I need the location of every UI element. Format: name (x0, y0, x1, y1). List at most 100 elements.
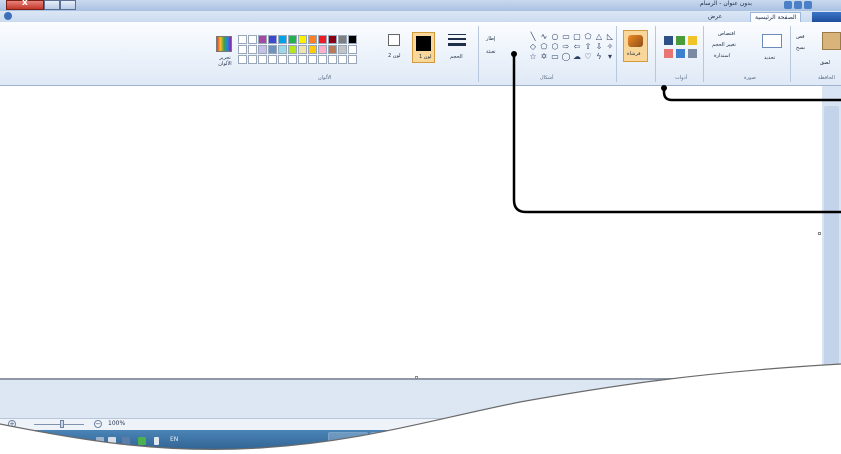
arrow-left-shape-icon[interactable]: ⇦ (572, 42, 582, 51)
polygon-shape-icon[interactable]: ⬠ (583, 32, 593, 41)
paint-menu-button[interactable] (812, 12, 841, 22)
color-swatch[interactable] (258, 45, 267, 54)
color-swatch[interactable] (338, 35, 347, 44)
edit-colors-icon[interactable] (216, 36, 232, 52)
redo-icon[interactable] (794, 1, 802, 9)
copy-button[interactable]: نسخ (796, 45, 805, 51)
more-shapes-icon[interactable]: ▾ (605, 52, 615, 61)
color-swatch[interactable] (288, 45, 297, 54)
right-triangle-shape-icon[interactable]: ◺ (605, 32, 615, 41)
diamond-shape-icon[interactable]: ◇ (528, 42, 538, 51)
select-button-label[interactable]: تحديد (764, 55, 775, 61)
fill-icon[interactable] (676, 36, 685, 45)
paste-icon[interactable] (822, 32, 841, 50)
language-indicator[interactable]: EN (170, 436, 178, 443)
star-six-shape-icon[interactable]: ✡ (539, 52, 549, 61)
triangle-shape-icon[interactable]: △ (594, 32, 604, 41)
outline-button[interactable]: إطار (486, 36, 495, 42)
zoom-in-icon[interactable]: + (8, 420, 16, 428)
color-swatch[interactable] (328, 35, 337, 44)
color-swatch[interactable] (248, 35, 257, 44)
close-button[interactable] (6, 0, 44, 10)
drawing-canvas[interactable] (0, 86, 841, 416)
star-five-shape-icon[interactable]: ☆ (528, 52, 538, 61)
scrollbar-thumb[interactable] (824, 106, 839, 406)
color-swatch[interactable] (298, 55, 307, 64)
rotate-button[interactable]: استدارة (714, 53, 730, 59)
fill-button[interactable]: تعبئة (486, 49, 496, 55)
edit-colors-button[interactable]: تحرير الألوان (213, 55, 237, 67)
lightning-shape-icon[interactable]: ϟ (594, 52, 604, 61)
color-swatch[interactable] (348, 55, 357, 64)
arrow-right-shape-icon[interactable]: ⇨ (561, 42, 571, 51)
text-icon[interactable] (688, 36, 697, 45)
star-four-shape-icon[interactable]: ✧ (605, 42, 615, 51)
color-swatch[interactable] (298, 45, 307, 54)
color-swatch[interactable] (298, 35, 307, 44)
zoom-slider-track[interactable] (34, 424, 84, 425)
zoom-slider-thumb[interactable] (60, 420, 64, 428)
taskbar-paint-button[interactable] (328, 432, 368, 452)
color-swatch[interactable] (338, 45, 347, 54)
vertical-scrollbar[interactable] (822, 86, 841, 416)
color-picker-icon[interactable] (676, 49, 685, 58)
color-swatch[interactable] (238, 45, 247, 54)
curve-shape-icon[interactable]: ∿ (539, 32, 549, 41)
color-swatch[interactable] (308, 55, 317, 64)
color-swatch[interactable] (278, 35, 287, 44)
color-swatch[interactable] (318, 55, 327, 64)
color-swatch[interactable] (348, 35, 357, 44)
maximize-button[interactable] (44, 0, 60, 10)
color-swatch[interactable] (238, 55, 247, 64)
color-swatch[interactable] (348, 45, 357, 54)
color-swatch[interactable] (308, 35, 317, 44)
color2-swatch[interactable] (388, 34, 400, 46)
color-swatch[interactable] (268, 45, 277, 54)
color-swatch[interactable] (328, 55, 337, 64)
color-swatch[interactable] (258, 35, 267, 44)
callout-oval-shape-icon[interactable]: ◯ (561, 52, 571, 61)
color-swatch[interactable] (258, 55, 267, 64)
zoom-out-icon[interactable]: − (94, 420, 102, 428)
taskbar-app-button[interactable] (370, 432, 410, 452)
minimize-button[interactable] (60, 0, 76, 10)
magnifier-icon[interactable] (688, 49, 697, 58)
color-swatch[interactable] (288, 55, 297, 64)
crop-button[interactable]: اقتصاص (718, 31, 735, 37)
save-icon[interactable] (804, 1, 812, 9)
callout-rect-shape-icon[interactable]: ▭ (550, 52, 560, 61)
resize-button[interactable]: تغيير الحجم (712, 42, 736, 48)
flag-icon[interactable] (122, 437, 130, 445)
color2-label[interactable]: لون 2 (388, 53, 401, 59)
callout-cloud-shape-icon[interactable]: ☁ (572, 52, 582, 61)
network-icon[interactable] (96, 437, 104, 445)
color1-button[interactable]: لون 1 (412, 32, 435, 63)
tab-view[interactable]: عرض (704, 12, 726, 22)
color-swatch[interactable] (308, 45, 317, 54)
color-swatch[interactable] (338, 55, 347, 64)
tray-arrow-icon[interactable] (154, 437, 159, 445)
volume-icon[interactable] (108, 437, 116, 445)
heart-shape-icon[interactable]: ♡ (583, 52, 593, 61)
color-swatch[interactable] (278, 55, 287, 64)
color-swatch[interactable] (288, 35, 297, 44)
help-icon[interactable] (4, 12, 12, 20)
color-swatch[interactable] (318, 45, 327, 54)
arrow-down-shape-icon[interactable]: ⇩ (594, 42, 604, 51)
arrow-up-shape-icon[interactable]: ⇧ (583, 42, 593, 51)
cut-button[interactable]: قص (796, 34, 805, 40)
rounded-rectangle-shape-icon[interactable]: ▢ (572, 32, 582, 41)
select-icon[interactable] (762, 34, 782, 48)
pentagon-shape-icon[interactable]: ⬠ (539, 42, 549, 51)
security-icon[interactable] (138, 437, 146, 445)
color-swatch[interactable] (248, 45, 257, 54)
color-swatch[interactable] (278, 45, 287, 54)
size-label[interactable]: الحجم (450, 54, 463, 60)
eraser-icon[interactable] (664, 49, 673, 58)
color-swatch[interactable] (318, 35, 327, 44)
tab-home[interactable]: الصفحة الرئيسية (750, 12, 802, 22)
undo-icon[interactable] (784, 1, 792, 9)
line-shape-icon[interactable]: ╲ (528, 32, 538, 41)
paste-button-label[interactable]: لصق (820, 60, 830, 66)
color-swatch[interactable] (268, 35, 277, 44)
